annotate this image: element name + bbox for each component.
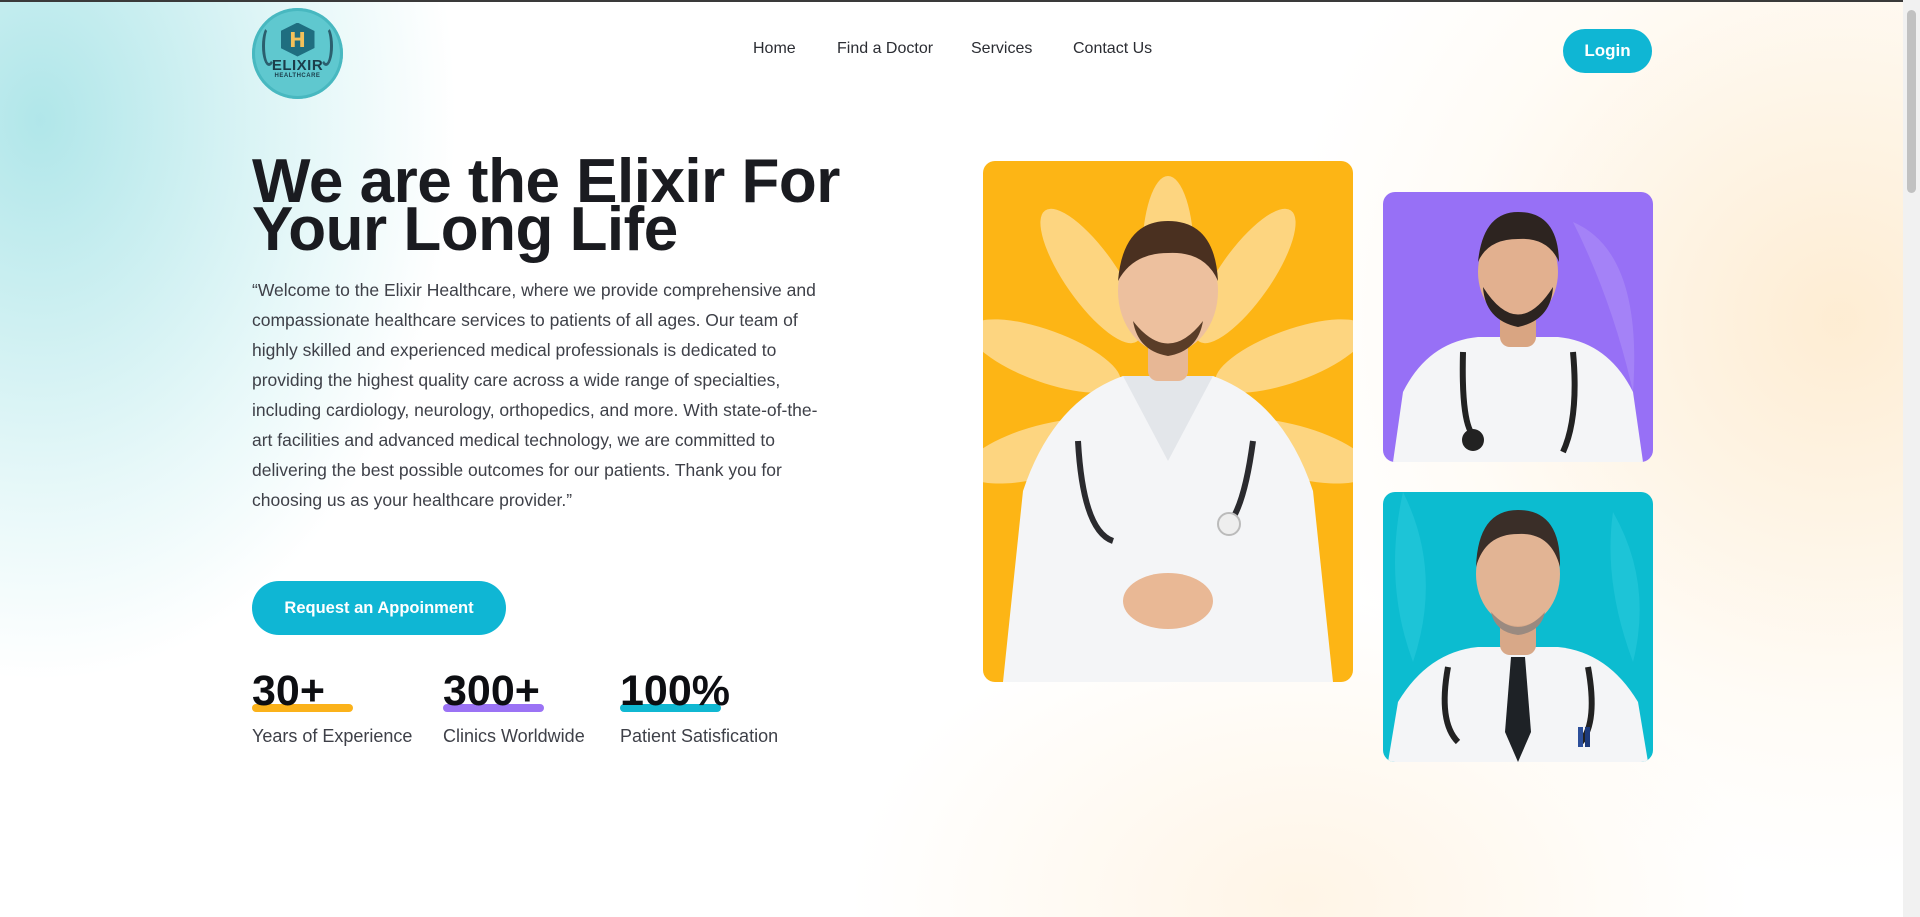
stat-value: 300+ (443, 667, 540, 715)
doctor-card-teal (1383, 492, 1653, 762)
doctor-photo-teal (1383, 492, 1653, 762)
elixir-logo[interactable]: H ELIXIR HEALTHCARE (252, 8, 343, 99)
nav-home[interactable]: Home (753, 40, 796, 58)
nav-find-a-doctor[interactable]: Find a Doctor (837, 40, 933, 58)
logo-hex-icon: H (280, 22, 315, 57)
stat-satisfaction: 100% Patient Satisfication (620, 668, 778, 747)
scrollbar-thumb[interactable] (1907, 10, 1916, 193)
doctor-photo-purple (1383, 192, 1653, 462)
nav-contact-us[interactable]: Contact Us (1073, 40, 1152, 58)
stat-label: Patient Satisfication (620, 726, 779, 746)
nav-services[interactable]: Services (971, 40, 1032, 58)
logo-brand-text: ELIXIR (271, 56, 324, 74)
stat-clinics: 300+ Clinics Worldwide (443, 668, 585, 747)
stat-value: 30+ (252, 667, 325, 715)
landing-page: H ELIXIR HEALTHCARE Home Find a Doctor S… (0, 0, 1920, 917)
hero-description: “Welcome to the Elixir Healthcare, where… (252, 280, 818, 510)
request-appointment-button[interactable]: Request an Appoinment (252, 581, 506, 635)
laurel-left-icon (262, 26, 276, 66)
doctor-card-purple (1383, 192, 1653, 462)
stat-value: 100% (620, 667, 730, 715)
hero-title: We are the Elixir For Your Long Life (252, 147, 840, 264)
doctor-photo-main (983, 161, 1353, 682)
stat-label: Clinics Worldwide (443, 726, 585, 746)
login-button[interactable]: Login (1563, 29, 1652, 73)
stat-label: Years of Experience (252, 726, 413, 746)
logo-sub-text: HEALTHCARE (274, 72, 321, 79)
stat-experience: 30+ Years of Experience (252, 668, 412, 747)
laurel-right-icon (319, 26, 333, 66)
doctor-card-main (983, 161, 1353, 682)
